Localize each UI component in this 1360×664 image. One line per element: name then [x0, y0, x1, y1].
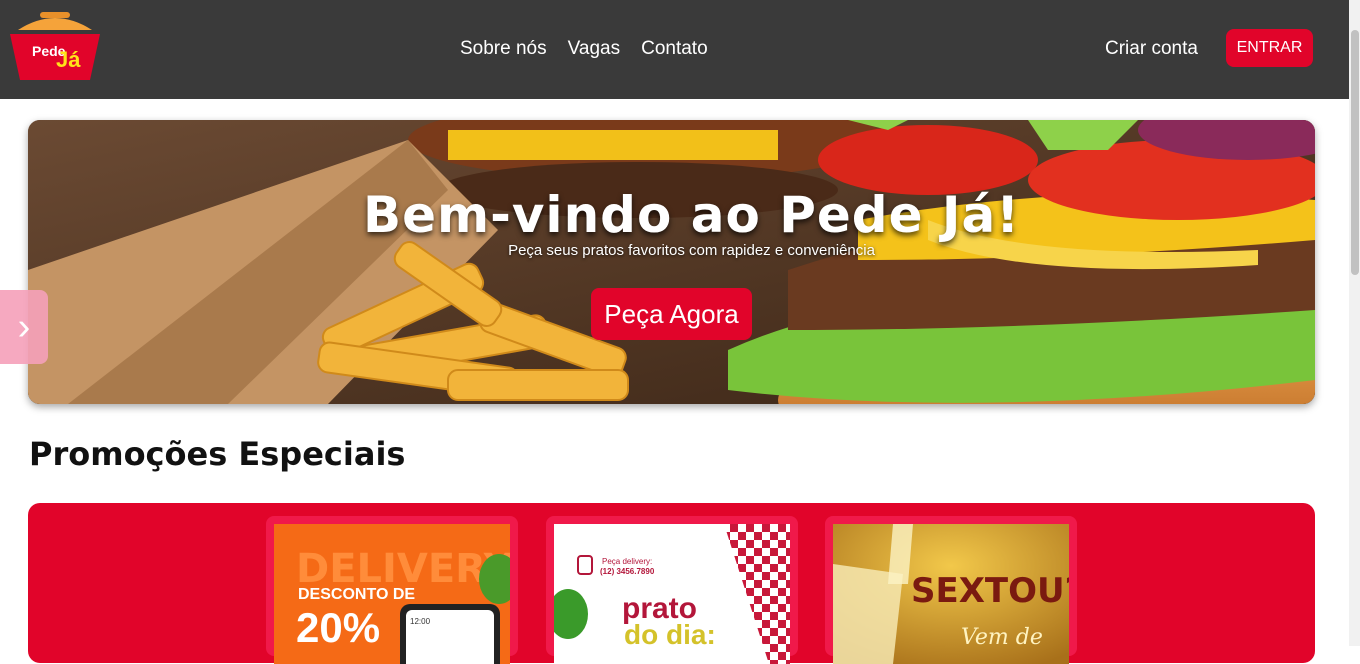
card-prato-line2: do dia: — [624, 619, 716, 650]
scrollbar-thumb[interactable] — [1351, 30, 1359, 275]
carousel-next-button[interactable]: › — [0, 290, 48, 364]
nav-vagas[interactable]: Vagas — [568, 38, 620, 60]
hero-subtitle: Peça seus pratos favoritos com rapidez e… — [508, 242, 875, 259]
main-nav: Sobre nós Vagas Contato — [460, 38, 729, 60]
nav-contato[interactable]: Contato — [641, 38, 708, 60]
promotions-title: Promoções Especiais — [29, 435, 406, 473]
hero-banner: Bem-vindo ao Pede Já! Peça seus pratos f… — [28, 120, 1315, 404]
card-prato-phone: (12) 3456.7890 — [600, 567, 655, 576]
logo-text-ja: Já — [56, 47, 81, 72]
card-sextou-line1: SEXTOU? — [911, 571, 1069, 611]
hero-food-image — [28, 120, 1315, 404]
top-navbar: Pede Já Sobre nós Vagas Contato Criar co… — [0, 0, 1349, 99]
login-button[interactable]: ENTRAR — [1226, 29, 1313, 67]
promo-card-prato-do-dia[interactable]: Peça delivery: (12) 3456.7890 prato do d… — [546, 516, 798, 664]
card-sextou-line2: Vem de — [961, 625, 1043, 650]
card-delivery-line2: 20% — [296, 604, 380, 651]
order-now-button[interactable]: Peça Agora — [591, 288, 752, 340]
card-prato-order-label: Peça delivery: — [602, 557, 652, 566]
promo-card-delivery[interactable]: DELIVERY DESCONTO DE 20% 12:00 — [266, 516, 518, 664]
card-delivery-phone-time: 12:00 — [410, 617, 431, 626]
pede-ja-logo[interactable]: Pede Já — [10, 12, 100, 82]
nav-sobre-nos[interactable]: Sobre nós — [460, 38, 547, 60]
create-account-link[interactable]: Criar conta — [1105, 38, 1198, 60]
chevron-right-icon: › — [17, 305, 31, 348]
promo-card-sextou[interactable]: SEXTOU? Vem de — [825, 516, 1077, 664]
card-delivery-line1: DESCONTO DE — [298, 586, 415, 603]
page-scrollbar[interactable] — [1349, 0, 1360, 646]
hero-title: Bem-vindo ao Pede Já! — [362, 186, 1021, 244]
